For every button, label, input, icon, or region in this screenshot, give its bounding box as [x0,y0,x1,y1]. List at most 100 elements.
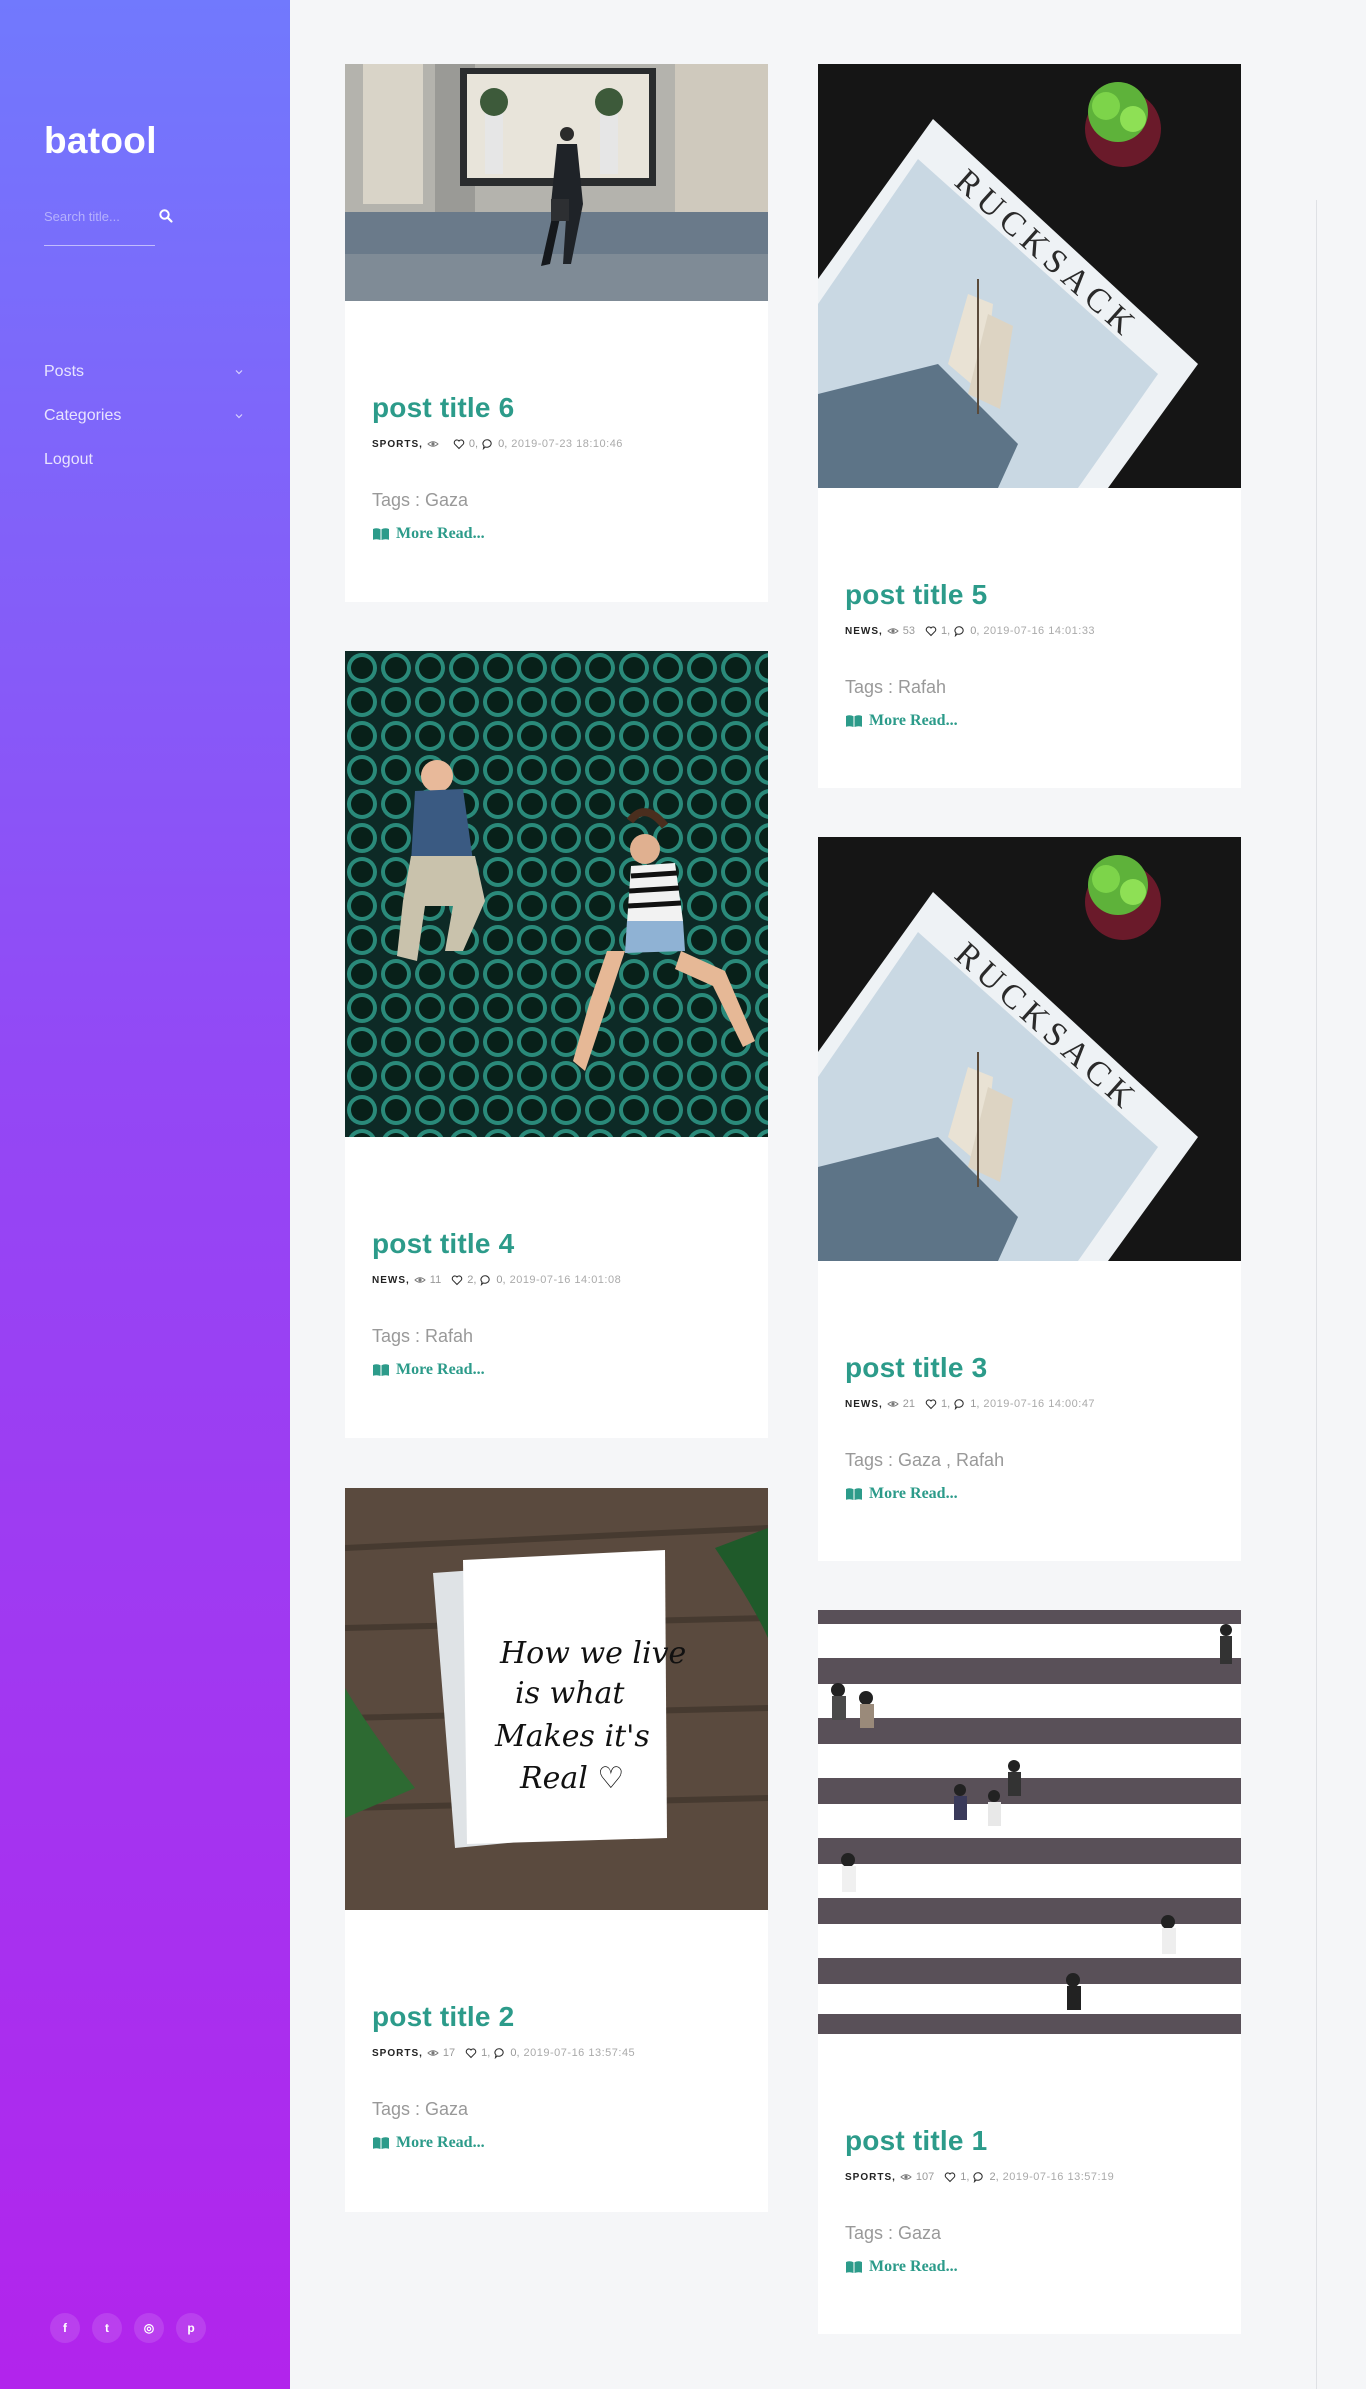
post-title[interactable]: post title 1 [845,2125,1214,2157]
post-date: 2019-07-16 14:01:33 [983,625,1096,637]
comment-icon [973,2171,985,2183]
more-read-label: More Read... [869,1485,958,1502]
book-icon [372,2136,390,2150]
sidebar-item-categories[interactable]: Categories [44,394,244,438]
eye-icon [887,1398,899,1410]
book-icon [372,1363,390,1377]
more-read-link[interactable]: More Read... [845,1485,1214,1503]
comments-count: 0, [496,1274,506,1286]
category-label[interactable]: NEWS, [845,626,883,637]
comment-icon [954,1398,966,1410]
more-read-link[interactable]: More Read... [372,525,741,543]
eye-icon [427,2047,439,2059]
category-label[interactable]: NEWS, [372,1275,410,1286]
sidebar: batool Posts Categories Logout f t ◎ p [0,0,290,2389]
post-card[interactable]: post title 4 NEWS, 11 2, 0, 2019-07-16 1… [345,651,768,1438]
comments-count: 0, [510,2047,520,2059]
card-text-line3: Makes it's [494,1719,650,1754]
category-label[interactable]: SPORTS, [372,2048,423,2059]
category-label[interactable]: SPORTS, [845,2172,896,2183]
post-card[interactable]: RUCKSACK post title 3 NEWS, 21 1, 1, 201… [818,837,1241,1561]
rucksack-magazine-photo[interactable]: RUCKSACK [818,837,1241,1261]
post-title[interactable]: post title 4 [372,1228,741,1260]
post-title[interactable]: post title 2 [372,2001,741,2033]
search-icon[interactable] [158,208,174,224]
how-we-live-card-photo[interactable]: How we live is what Makes it's Real ♡ [345,1488,768,1910]
book-icon [845,2260,863,2274]
chevron-down-icon [235,414,243,419]
heart-icon[interactable] [925,1398,937,1410]
likes-count: 1, [941,1398,951,1410]
sidebar-item-logout[interactable]: Logout [44,438,244,482]
more-read-label: More Read... [869,2258,958,2275]
pinterest-icon[interactable]: p [176,2313,206,2343]
views-count: 17 [442,2047,456,2059]
more-read-label: More Read... [396,1361,485,1378]
post-title[interactable]: post title 5 [845,579,1214,611]
jumping-couple-photo[interactable] [345,651,768,1137]
search-input[interactable] [44,202,132,230]
post-meta: SPORTS, 0, 0, 2019-07-23 18:10:46 [372,438,741,450]
social-links: f t ◎ p [50,2313,206,2343]
post-card[interactable]: post title 1 SPORTS, 107 1, 2, 2019-07-1… [818,1610,1241,2334]
post-meta: NEWS, 21 1, 1, 2019-07-16 14:00:47 [845,1398,1214,1410]
comment-icon [954,625,966,637]
brand-logo[interactable]: batool [44,120,157,162]
category-label[interactable]: SPORTS, [372,439,423,450]
heart-icon[interactable] [451,1274,463,1286]
post-card[interactable]: post title 6 SPORTS, 0, 0, 2019-07-23 18… [345,64,768,602]
street-walker-photo[interactable] [345,64,768,301]
chevron-down-icon [235,370,243,375]
twitter-icon[interactable]: t [92,2313,122,2343]
heart-icon[interactable] [453,438,465,450]
book-icon [845,1487,863,1501]
post-meta: NEWS, 11 2, 0, 2019-07-16 14:01:08 [372,1274,741,1286]
post-card[interactable]: RUCKSACK post title 5 NEWS, 53 1, 0, 201… [818,64,1241,788]
more-read-label: More Read... [869,712,958,729]
more-read-link[interactable]: More Read... [372,2134,741,2152]
category-label[interactable]: NEWS, [845,1399,883,1410]
post-date: 2019-07-16 13:57:45 [523,2047,636,2059]
heart-icon[interactable] [925,625,937,637]
card-text-line1: How we live [499,1636,686,1671]
more-read-link[interactable]: More Read... [845,712,1214,730]
heart-icon[interactable] [944,2171,956,2183]
comments-count: 2, [989,2171,999,2183]
views-count: 53 [902,625,916,637]
post-meta: NEWS, 53 1, 0, 2019-07-16 14:01:33 [845,625,1214,637]
dribbble-icon[interactable]: ◎ [134,2313,164,2343]
eye-icon [427,438,439,450]
post-title[interactable]: post title 6 [372,392,741,424]
post-date: 2019-07-23 18:10:46 [511,438,623,450]
comment-icon [480,1274,492,1286]
scroll-track[interactable] [1316,200,1317,2389]
more-read-link[interactable]: More Read... [845,2258,1214,2276]
heart-icon[interactable] [465,2047,477,2059]
post-tags: Tags : Gaza , Rafah [845,1450,1005,1470]
post-meta: SPORTS, 107 1, 2, 2019-07-16 13:57:19 [845,2171,1214,2183]
post-title[interactable]: post title 3 [845,1352,1214,1384]
comment-icon [494,2047,506,2059]
post-meta: SPORTS, 17 1, 0, 2019-07-16 13:57:45 [372,2047,741,2059]
views-count: 21 [902,1398,916,1410]
eye-icon [900,2171,912,2183]
more-read-link[interactable]: More Read... [372,1361,741,1379]
post-card[interactable]: How we live is what Makes it's Real ♡ po… [345,1488,768,2212]
facebook-icon[interactable]: f [50,2313,80,2343]
post-tags: Tags : Gaza [845,2223,942,2243]
views-count: 107 [915,2171,935,2183]
sidebar-item-label: Logout [44,451,93,468]
book-icon [845,714,863,728]
post-tags: Tags : Gaza [372,490,469,510]
more-read-label: More Read... [396,525,485,542]
eye-icon [414,1274,426,1286]
views-count: 11 [429,1274,442,1286]
crosswalk-photo[interactable] [818,1610,1241,2034]
comment-icon [482,438,494,450]
sidebar-nav: Posts Categories Logout [44,350,244,482]
sidebar-item-posts[interactable]: Posts [44,350,244,394]
sidebar-item-label: Categories [44,407,122,424]
post-tags: Tags : Gaza [372,2099,469,2119]
post-date: 2019-07-16 13:57:19 [1002,2171,1115,2183]
rucksack-magazine-photo[interactable]: RUCKSACK [818,64,1241,488]
